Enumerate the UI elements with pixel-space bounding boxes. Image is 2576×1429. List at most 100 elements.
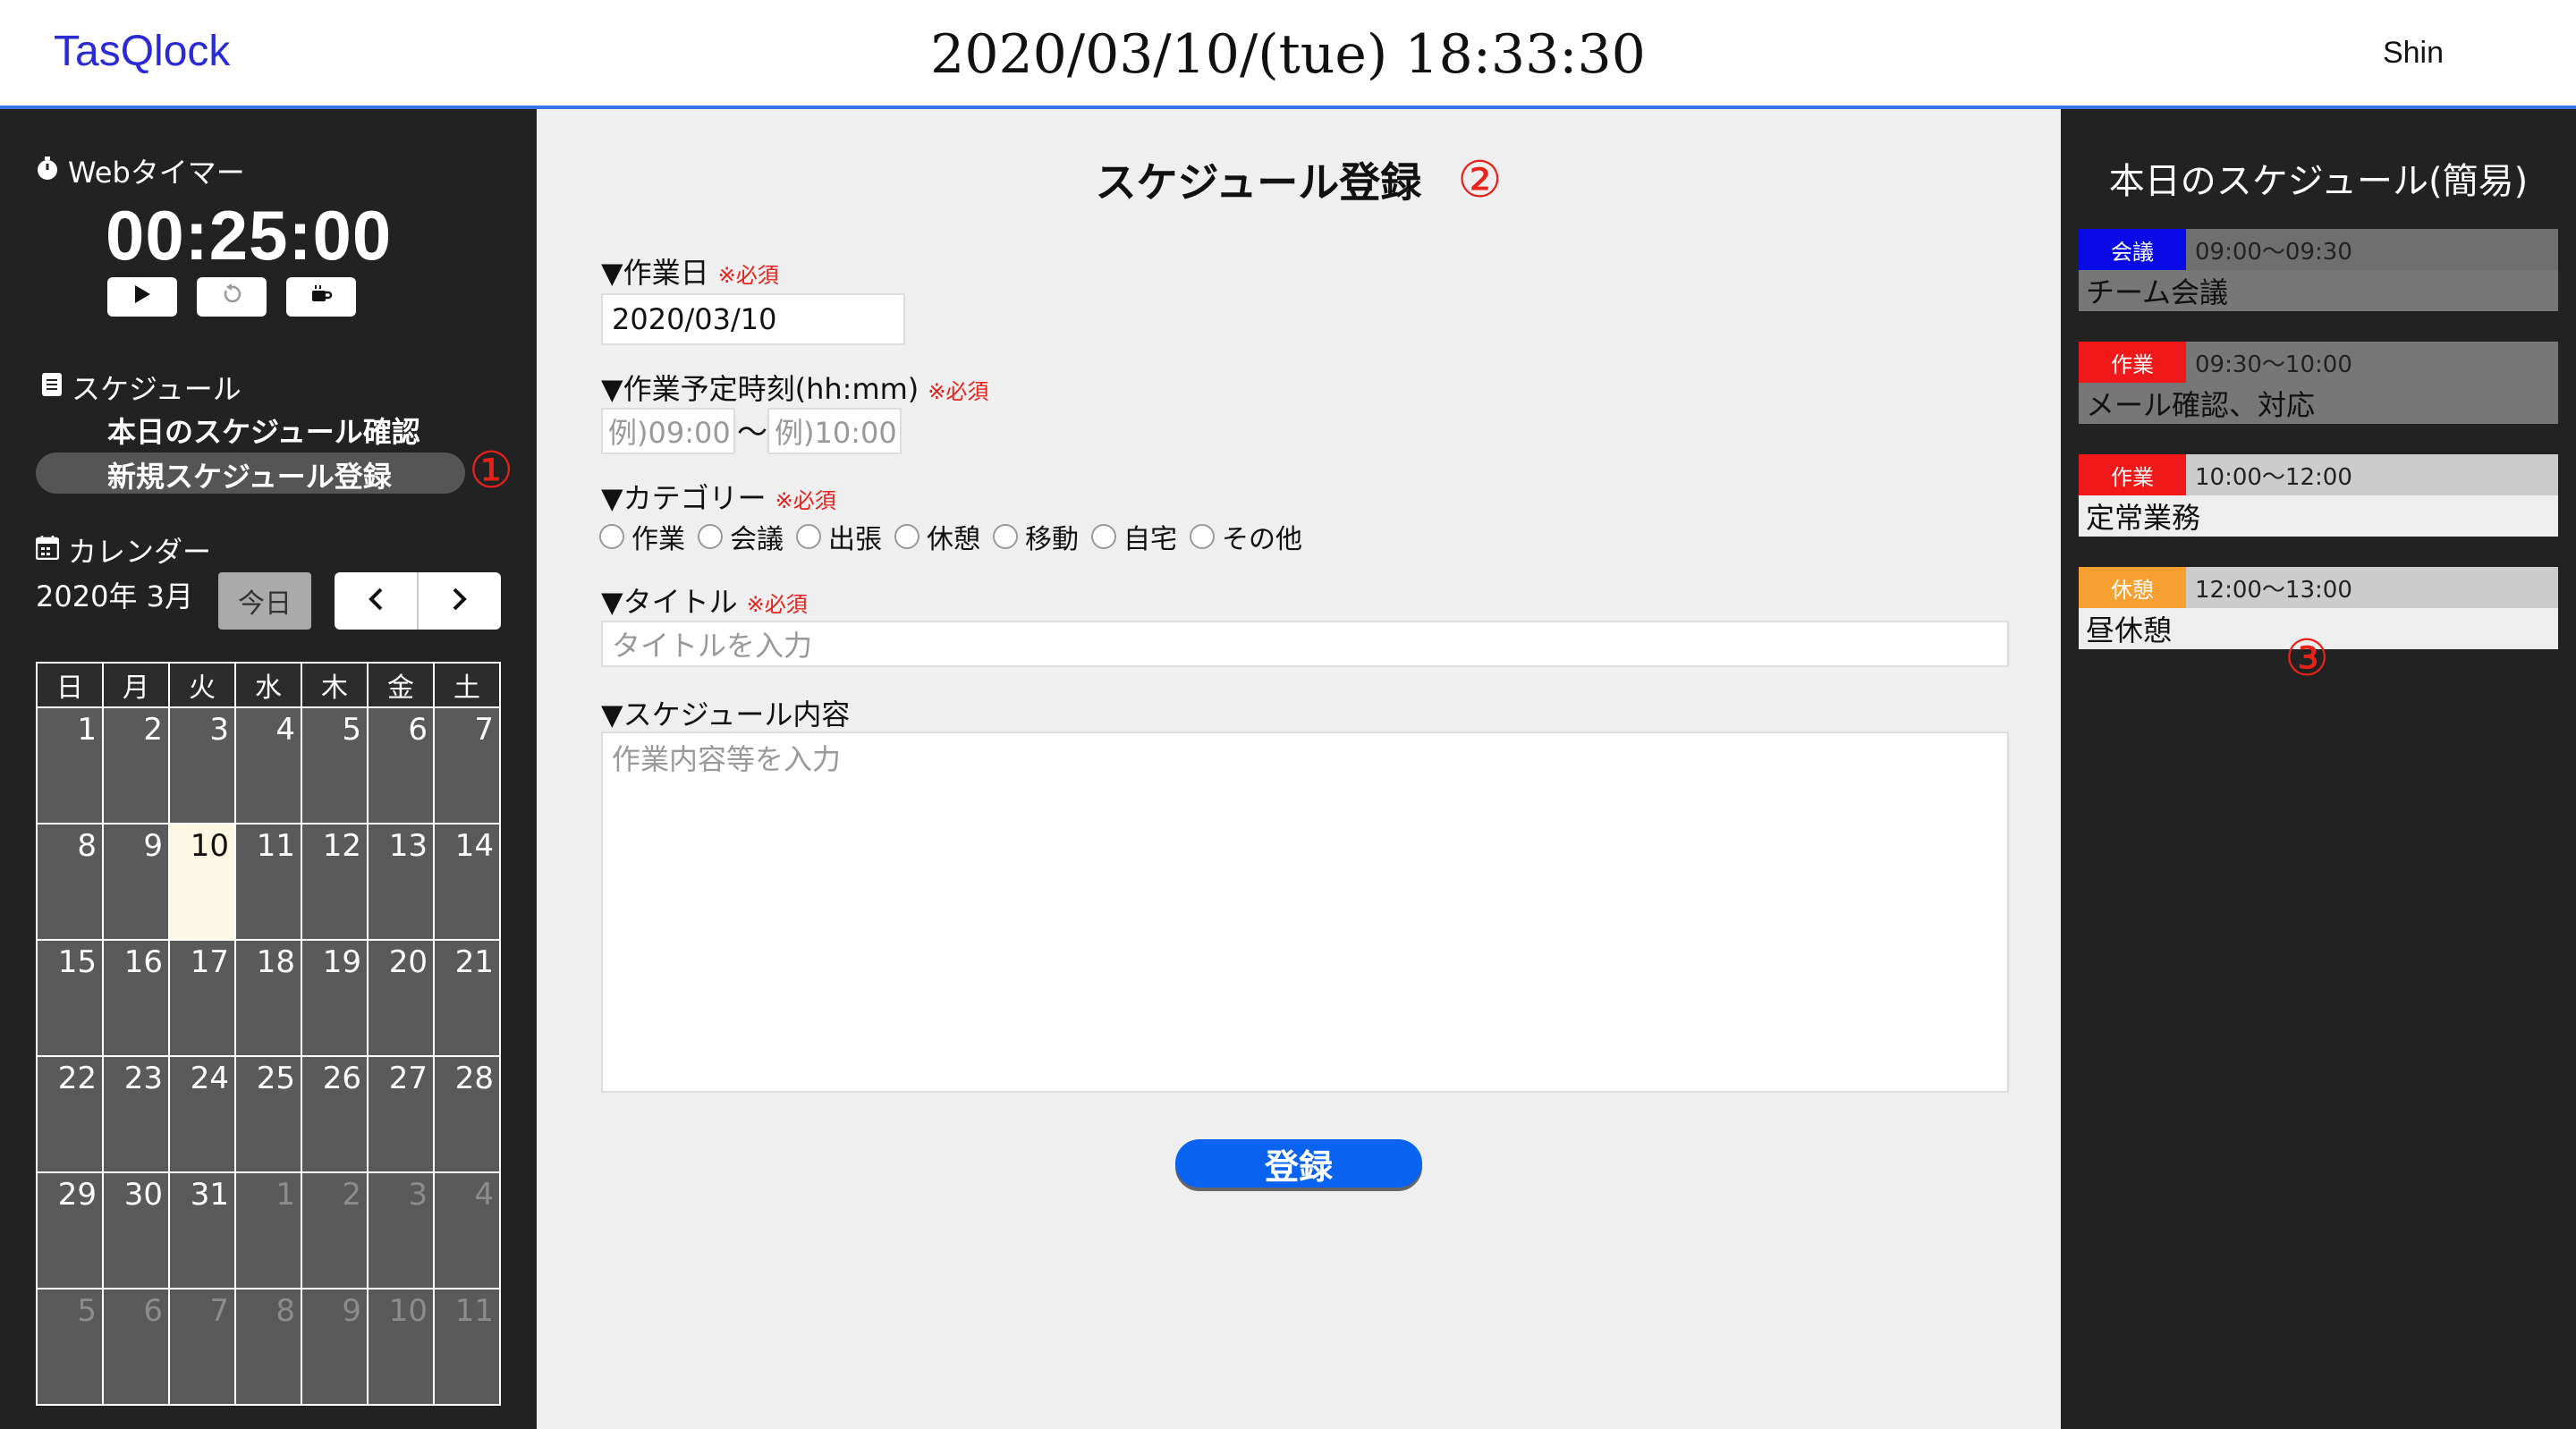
calendar-day[interactable]: 16 xyxy=(102,939,170,1057)
calendar-day[interactable]: 13 xyxy=(367,823,435,941)
schedule-item[interactable]: 会議 09:00〜09:30 チーム会議 xyxy=(2079,229,2558,311)
submit-button[interactable]: 登録 xyxy=(1175,1139,1422,1188)
calendar-day[interactable]: 31 xyxy=(168,1171,236,1289)
category-radio[interactable]: 移動 xyxy=(993,517,1079,556)
calendar-day[interactable]: 26 xyxy=(301,1055,369,1173)
calendar-day[interactable]: 11 xyxy=(433,1288,501,1406)
calendar-day[interactable]: 20 xyxy=(367,939,435,1057)
weekday-header: 水 xyxy=(234,662,302,708)
schedule-item-title: メール確認、対応 xyxy=(2079,383,2558,424)
radio-circle-icon[interactable] xyxy=(894,524,919,549)
calendar-day[interactable]: 8 xyxy=(234,1288,302,1406)
annotation-marker-1: ① xyxy=(469,442,514,500)
time-label: ▼作業予定時刻(hh:mm) ※必須 xyxy=(601,367,988,408)
radio-circle-icon[interactable] xyxy=(599,524,624,549)
calendar-day[interactable]: 9 xyxy=(301,1288,369,1406)
radio-circle-icon[interactable] xyxy=(796,524,821,549)
calendar-day[interactable]: 8 xyxy=(36,823,104,941)
calendar-day[interactable]: 10 xyxy=(168,823,236,941)
calendar-day[interactable]: 29 xyxy=(36,1171,104,1289)
calendar-prev-button[interactable] xyxy=(335,572,417,630)
calendar-day[interactable]: 7 xyxy=(168,1288,236,1406)
time-start-input[interactable]: 例)09:00 xyxy=(601,408,735,454)
today-schedule-panel: 本日のスケジュール(簡易) 会議 09:00〜09:30 チーム会議 作業 09:30〜… xyxy=(2061,109,2576,1429)
calendar-today-button[interactable]: 今日 xyxy=(218,572,311,630)
timer-value: 00:25:00 xyxy=(106,196,393,275)
calendar-day[interactable]: 14 xyxy=(433,823,501,941)
radio-circle-icon[interactable] xyxy=(698,524,723,549)
radio-circle-icon[interactable] xyxy=(1190,524,1215,549)
content-textarea[interactable]: 作業内容等を入力 xyxy=(601,731,2009,1093)
calendar-day[interactable]: 25 xyxy=(234,1055,302,1173)
category-radio-label: 休憩 xyxy=(927,524,980,555)
calendar-day[interactable]: 22 xyxy=(36,1055,104,1173)
schedule-item[interactable]: 作業 10:00〜12:00 定常業務 xyxy=(2079,454,2558,537)
category-radio-label: 自宅 xyxy=(1123,524,1177,555)
category-radio[interactable]: その他 xyxy=(1190,517,1302,556)
timer-reset-button[interactable] xyxy=(197,277,267,317)
time-end-input[interactable]: 例)10:00 xyxy=(767,408,902,454)
category-radio[interactable]: 出張 xyxy=(796,517,882,556)
category-radio[interactable]: 休憩 xyxy=(894,517,980,556)
calendar-day[interactable]: 2 xyxy=(301,1171,369,1289)
calendar-day[interactable]: 21 xyxy=(433,939,501,1057)
schedule-category-badge: 作業 xyxy=(2079,454,2186,495)
user-name[interactable]: Shin xyxy=(2383,36,2444,71)
calendar-day[interactable]: 1 xyxy=(234,1171,302,1289)
time-label-text: ▼作業予定時刻(hh:mm) xyxy=(601,372,919,406)
calendar-next-button[interactable] xyxy=(417,572,501,630)
calendar-day[interactable]: 19 xyxy=(301,939,369,1057)
current-datetime: 2020/03/10/(tue) 18:33:30 xyxy=(930,23,1646,86)
form-title: スケジュール登録 xyxy=(1095,158,1422,207)
schedule-item[interactable]: 作業 09:30〜10:00 メール確認、対応 xyxy=(2079,342,2558,424)
timer-break-button[interactable] xyxy=(286,277,356,317)
calendar-day[interactable]: 6 xyxy=(102,1288,170,1406)
schedule-category-badge: 会議 xyxy=(2079,229,2186,270)
calendar-day[interactable]: 5 xyxy=(36,1288,104,1406)
calendar-day[interactable]: 23 xyxy=(102,1055,170,1173)
calendar-day[interactable]: 3 xyxy=(367,1171,435,1289)
calendar-day[interactable]: 24 xyxy=(168,1055,236,1173)
calendar-day[interactable]: 3 xyxy=(168,706,236,824)
calendar-day[interactable]: 28 xyxy=(433,1055,501,1173)
category-radio-label: 作業 xyxy=(631,524,685,555)
required-mark: ※必須 xyxy=(717,263,779,288)
schedule-item-header: 作業 10:00〜12:00 xyxy=(2079,454,2558,495)
time-separator: 〜 xyxy=(737,415,767,451)
calendar-title: カレンダー xyxy=(68,535,212,569)
date-input[interactable]: 2020/03/10 xyxy=(601,293,905,345)
category-radio[interactable]: 自宅 xyxy=(1091,517,1177,556)
category-radio[interactable]: 会議 xyxy=(698,517,784,556)
category-radio-label: 移動 xyxy=(1025,524,1079,555)
calendar-day[interactable]: 11 xyxy=(234,823,302,941)
weekday-header: 土 xyxy=(433,662,501,708)
calendar-grid: 日月火水木金土 1 2 3 4 5 6 7 8 9 10 11 12 13 14 15 16 17 18 19 20 2… xyxy=(36,662,501,1406)
calendar-day[interactable]: 4 xyxy=(234,706,302,824)
calendar-day[interactable]: 6 xyxy=(367,706,435,824)
calendar-day[interactable]: 7 xyxy=(433,706,501,824)
calendar-day[interactable]: 18 xyxy=(234,939,302,1057)
title-label-text: ▼タイトル xyxy=(601,585,738,619)
calendar-day[interactable]: 2 xyxy=(102,706,170,824)
today-schedule-link[interactable]: 本日のスケジュール確認 xyxy=(107,410,420,451)
category-radio-label: 会議 xyxy=(730,524,784,555)
calendar-day[interactable]: 17 xyxy=(168,939,236,1057)
timer-start-button[interactable] xyxy=(107,277,177,317)
new-schedule-link[interactable]: 新規スケジュール登録 xyxy=(107,454,392,495)
category-radio[interactable]: 作業 xyxy=(599,517,685,556)
radio-circle-icon[interactable] xyxy=(1091,524,1116,549)
calendar-day[interactable]: 1 xyxy=(36,706,104,824)
schedule-item-header: 会議 09:00〜09:30 xyxy=(2079,229,2558,270)
calendar-day[interactable]: 30 xyxy=(102,1171,170,1289)
calendar-day[interactable]: 15 xyxy=(36,939,104,1057)
calendar-day[interactable]: 27 xyxy=(367,1055,435,1173)
calendar-day[interactable]: 5 xyxy=(301,706,369,824)
calendar-day[interactable]: 4 xyxy=(433,1171,501,1289)
radio-circle-icon[interactable] xyxy=(993,524,1018,549)
schedule-category-badge: 休憩 xyxy=(2079,567,2186,608)
calendar-day[interactable]: 12 xyxy=(301,823,369,941)
calendar-day[interactable]: 9 xyxy=(102,823,170,941)
schedule-time: 10:00〜12:00 xyxy=(2195,463,2352,491)
title-input[interactable]: タイトルを入力 xyxy=(601,621,2009,667)
calendar-day[interactable]: 10 xyxy=(367,1288,435,1406)
